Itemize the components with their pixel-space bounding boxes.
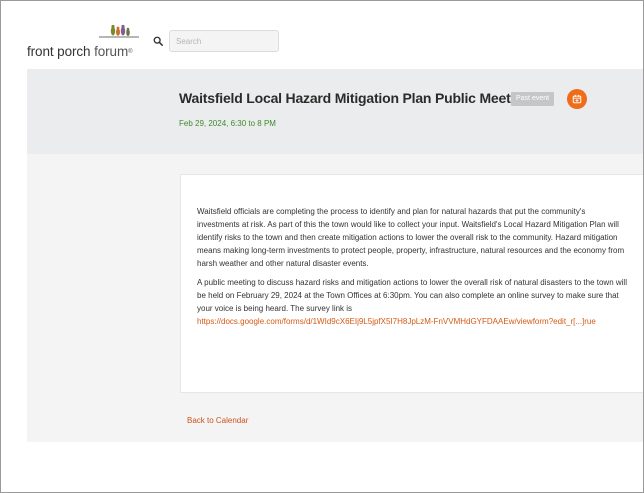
past-event-badge: Past event xyxy=(511,92,555,106)
site-header: front porch forum® xyxy=(1,1,643,69)
search-icon xyxy=(153,36,163,46)
back-to-calendar-link[interactable]: Back to Calendar xyxy=(187,416,248,425)
logo-registered-mark: ® xyxy=(128,49,133,55)
description-paragraph-2: A public meeting to discuss hazard risks… xyxy=(197,276,629,328)
description-paragraph-2-text: A public meeting to discuss hazard risks… xyxy=(197,278,627,313)
logo-name-light: forum xyxy=(94,44,129,59)
add-to-calendar-button[interactable] xyxy=(567,89,587,109)
event-body-band: Waitsfield officials are completing the … xyxy=(27,154,643,442)
event-header-band: Waitsfield Local Hazard Mitigation Plan … xyxy=(27,69,643,154)
event-title: Waitsfield Local Hazard Mitigation Plan … xyxy=(179,90,531,106)
event-date: Feb 29, 2024, 6:30 to 8 PM xyxy=(179,119,276,128)
logo-wordmark: front porch forum® xyxy=(27,44,133,60)
search-button[interactable] xyxy=(147,30,169,52)
search-input[interactable] xyxy=(169,30,279,52)
description-paragraph-1: Waitsfield officials are completing the … xyxy=(197,207,625,268)
calendar-add-icon xyxy=(572,94,582,104)
logo-name-bold: front porch xyxy=(27,44,91,59)
event-description-card: Waitsfield officials are completing the … xyxy=(180,174,643,393)
survey-link[interactable]: https://docs.google.com/forms/d/1WId9cX6… xyxy=(197,315,629,328)
page-frame: front porch forum® Waitsfield Local Haza… xyxy=(0,0,644,493)
site-logo[interactable]: front porch forum® xyxy=(27,23,145,61)
birds-on-wire-icon xyxy=(99,24,139,38)
